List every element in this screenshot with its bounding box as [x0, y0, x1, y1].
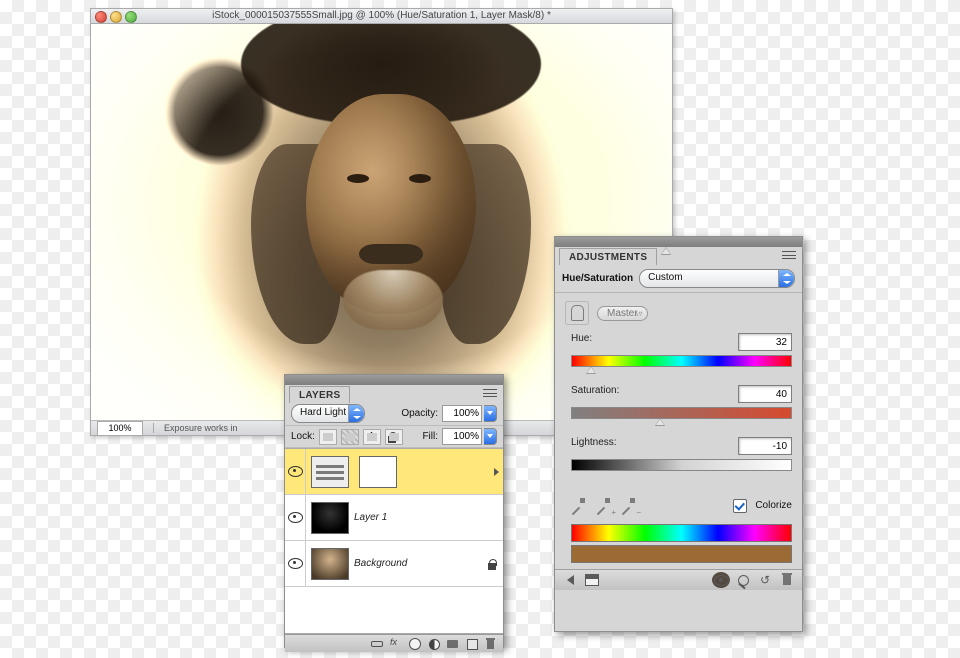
panel-menu-icon[interactable] — [483, 387, 497, 399]
reveal-effects-icon[interactable] — [494, 468, 499, 476]
colorize-label: Colorize — [755, 500, 792, 511]
layer-style-icon[interactable] — [388, 637, 404, 650]
color-range-select: Master ▵▿ — [597, 306, 648, 321]
toggle-visibility-icon[interactable] — [712, 572, 730, 588]
input-spectrum — [571, 524, 792, 542]
visibility-toggle-icon[interactable] — [288, 466, 303, 477]
adjustment-type-label: Hue/Saturation — [562, 273, 633, 284]
visibility-toggle-icon[interactable] — [288, 512, 303, 523]
delete-adjustment-icon[interactable] — [778, 572, 796, 588]
saturation-field[interactable] — [738, 385, 792, 403]
layer-row[interactable]: Background — [285, 541, 503, 587]
close-window-button[interactable] — [95, 11, 107, 23]
lightness-slider[interactable] — [571, 455, 792, 471]
adjustments-panel: ADJUSTMENTS Hue/Saturation Custom Master… — [554, 236, 803, 632]
slider-thumb-icon[interactable] — [661, 247, 671, 255]
window-title: iStock_000015037555Small.jpg @ 100% (Hue… — [212, 10, 551, 21]
layers-panel-footer — [285, 634, 503, 652]
lock-icon — [486, 557, 498, 571]
layers-panel: LAYERS Hard Light Opacity: Lock: ✥ Fill: — [284, 374, 504, 648]
adjustments-footer — [555, 569, 802, 590]
delete-layer-icon[interactable] — [483, 637, 499, 650]
return-to-list-icon[interactable] — [561, 572, 579, 588]
eyedropper-sub-icon: − — [619, 497, 636, 514]
hue-label: Hue: — [571, 333, 635, 344]
preset-value: Custom — [648, 272, 682, 283]
targeted-adjust-icon[interactable] — [565, 301, 589, 325]
add-mask-icon[interactable] — [407, 637, 423, 650]
opacity-dropdown-icon[interactable] — [484, 405, 497, 422]
clip-to-layer-icon[interactable] — [690, 572, 708, 588]
dropdown-arrow-icon — [778, 270, 794, 287]
opacity-label: Opacity: — [401, 408, 438, 419]
window-titlebar[interactable]: iStock_000015037555Small.jpg @ 100% (Hue… — [91, 9, 672, 24]
panel-drag-bar[interactable] — [285, 375, 503, 385]
tab-adjustments[interactable]: ADJUSTMENTS — [559, 248, 657, 265]
zoom-field[interactable] — [97, 421, 143, 436]
blend-mode-select[interactable]: Hard Light — [291, 404, 365, 423]
output-spectrum — [571, 545, 792, 563]
colorize-checkbox[interactable] — [733, 499, 747, 513]
lock-transparency-icon[interactable] — [319, 429, 337, 445]
slider-thumb-icon[interactable] — [586, 366, 596, 374]
layer-row[interactable] — [285, 449, 503, 495]
lock-label: Lock: — [291, 431, 315, 442]
lock-pixels-icon[interactable] — [341, 429, 359, 445]
adjustment-thumb-icon[interactable] — [311, 456, 349, 488]
layer-thumb[interactable] — [311, 502, 349, 534]
eyedropper-icon — [569, 497, 586, 514]
lock-all-icon[interactable] — [385, 429, 403, 445]
layer-thumb[interactable] — [311, 548, 349, 580]
opacity-field[interactable] — [442, 405, 482, 422]
new-group-icon[interactable] — [445, 637, 461, 650]
panel-drag-bar[interactable] — [555, 237, 802, 247]
view-previous-state-icon[interactable] — [734, 572, 752, 588]
layer-name[interactable]: Layer 1 — [354, 512, 503, 523]
lightness-label: Lightness: — [571, 437, 635, 448]
preset-select[interactable]: Custom — [639, 269, 795, 288]
link-layers-icon[interactable] — [369, 637, 385, 650]
status-hint: Exposure works in — [164, 423, 238, 433]
expand-view-icon[interactable] — [583, 572, 601, 588]
layer-mask-thumb[interactable] — [359, 456, 397, 488]
lock-position-icon[interactable]: ✥ — [363, 429, 381, 445]
tab-layers[interactable]: LAYERS — [289, 386, 350, 403]
reset-icon[interactable] — [756, 572, 774, 588]
saturation-slider[interactable] — [571, 407, 792, 419]
visibility-toggle-icon[interactable] — [288, 558, 303, 569]
fill-label: Fill: — [422, 431, 438, 442]
hue-slider[interactable] — [571, 355, 792, 367]
saturation-label: Saturation: — [571, 385, 635, 396]
dropdown-arrow-icon — [348, 405, 364, 422]
fill-field[interactable] — [442, 428, 482, 445]
zoom-window-button[interactable] — [125, 11, 137, 23]
fill-dropdown-icon[interactable] — [484, 428, 497, 445]
layer-list: Layer 1 Background — [285, 448, 503, 634]
eyedropper-add-icon: + — [594, 497, 611, 514]
panel-menu-icon[interactable] — [782, 249, 796, 261]
hue-field[interactable] — [738, 333, 792, 351]
layer-name[interactable]: Background — [354, 558, 486, 569]
layer-row[interactable]: Layer 1 — [285, 495, 503, 541]
blend-mode-value: Hard Light — [300, 407, 346, 418]
minimize-window-button[interactable] — [110, 11, 122, 23]
new-adjustment-icon[interactable] — [426, 637, 442, 650]
new-layer-icon[interactable] — [464, 637, 480, 650]
lightness-field[interactable] — [738, 437, 792, 455]
slider-thumb-icon[interactable] — [655, 418, 665, 426]
